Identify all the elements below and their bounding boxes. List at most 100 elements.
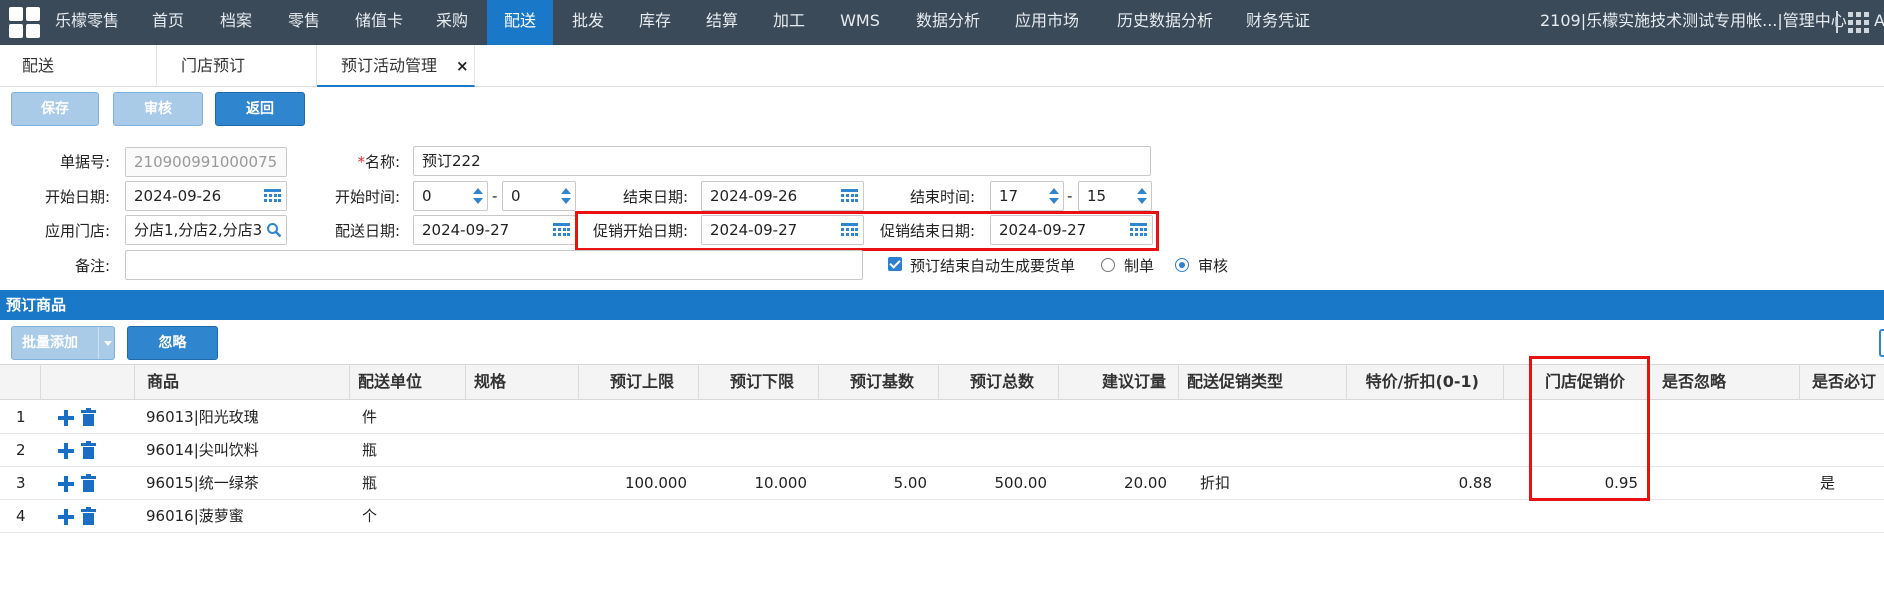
mode-review-radio[interactable] xyxy=(1175,258,1189,272)
remark-input[interactable] xyxy=(125,250,863,280)
nav-item-wms[interactable]: WMS xyxy=(832,0,888,45)
cell-total[interactable] xyxy=(939,500,1059,532)
delivery-date-input[interactable]: 2024-09-27 xyxy=(413,215,576,245)
cell-required[interactable] xyxy=(1812,401,1882,433)
start-date-input[interactable]: 2024-09-26 xyxy=(125,181,287,211)
cell-min[interactable] xyxy=(699,500,819,532)
panel-edge-handle[interactable] xyxy=(1879,329,1884,357)
spinner-arrows-icon[interactable] xyxy=(557,182,575,210)
cell-promo-type[interactable] xyxy=(1192,401,1342,433)
cell-unit[interactable]: 瓶 xyxy=(354,467,466,499)
nav-item-purchase[interactable]: 采购 xyxy=(424,0,480,45)
column-header-product[interactable]: 商品 xyxy=(135,365,350,399)
promo-start-input[interactable]: 2024-09-27 xyxy=(701,215,864,245)
cell-min[interactable] xyxy=(699,401,819,433)
spinner-arrows-icon[interactable] xyxy=(1045,182,1063,210)
column-header-unit[interactable]: 配送单位 xyxy=(350,365,466,399)
cell-min[interactable]: 10.000 xyxy=(699,467,819,499)
cell-suggest[interactable] xyxy=(1059,500,1179,532)
cell-base[interactable] xyxy=(819,401,939,433)
batch-add-button[interactable]: 批量添加 xyxy=(11,326,115,360)
cell-product[interactable]: 96016|菠萝蜜 xyxy=(138,500,353,532)
auto-order-checkbox[interactable] xyxy=(888,257,902,271)
cell-total[interactable] xyxy=(939,434,1059,466)
start-minute-stepper[interactable]: 0 xyxy=(502,181,576,211)
column-header-min[interactable]: 预订下限 xyxy=(699,365,819,399)
cell-base[interactable]: 5.00 xyxy=(819,467,939,499)
tab-store-preorder[interactable]: 门店预订 xyxy=(157,45,317,87)
column-header-special[interactable]: 特价/折扣(0-1) xyxy=(1347,365,1504,399)
table-row[interactable]: 4 96016|菠萝蜜 个 xyxy=(0,500,1884,533)
cell-product[interactable]: 96013|阳光玫瑰 xyxy=(138,401,353,433)
tab-delivery[interactable]: 配送 xyxy=(0,45,157,87)
add-row-icon[interactable] xyxy=(58,509,74,525)
add-row-icon[interactable] xyxy=(58,410,74,426)
delete-row-icon[interactable] xyxy=(81,441,96,459)
spinner-arrows-icon[interactable] xyxy=(1133,182,1151,210)
delete-row-icon[interactable] xyxy=(81,474,96,492)
cell-required[interactable] xyxy=(1812,500,1882,532)
calendar-icon[interactable] xyxy=(264,189,281,204)
nav-item-wholesale[interactable]: 批发 xyxy=(560,0,616,45)
cell-promo-type[interactable] xyxy=(1192,500,1342,532)
app-logo-icon[interactable] xyxy=(9,7,41,39)
cell-required[interactable]: 是 xyxy=(1812,467,1882,499)
cell-special[interactable] xyxy=(1347,500,1504,532)
nav-overflow-letter[interactable]: A xyxy=(1874,0,1884,42)
delete-row-icon[interactable] xyxy=(81,507,96,525)
nav-item-finance-voucher[interactable]: 财务凭证 xyxy=(1238,0,1318,45)
nav-item-home[interactable]: 首页 xyxy=(140,0,196,45)
cell-base[interactable] xyxy=(819,500,939,532)
ignore-button[interactable]: 忽略 xyxy=(127,326,218,360)
spinner-arrows-icon[interactable] xyxy=(469,182,487,210)
column-header-total[interactable]: 预订总数 xyxy=(939,365,1059,399)
promo-end-input[interactable]: 2024-09-27 xyxy=(990,215,1153,245)
cell-base[interactable] xyxy=(819,434,939,466)
cell-product[interactable]: 96015|统一绿茶 xyxy=(138,467,353,499)
apps-grid-icon[interactable] xyxy=(1848,12,1870,34)
nav-item-delivery[interactable]: 配送 xyxy=(487,0,553,45)
nav-item-settlement[interactable]: 结算 xyxy=(694,0,750,45)
save-button[interactable]: 保存 xyxy=(11,92,99,126)
search-icon[interactable] xyxy=(266,222,282,238)
calendar-icon[interactable] xyxy=(553,223,570,238)
calendar-icon[interactable] xyxy=(1130,223,1147,238)
end-hour-stepper[interactable]: 17 xyxy=(990,181,1064,211)
cell-product[interactable]: 96014|尖叫饮料 xyxy=(138,434,353,466)
caret-down-icon[interactable] xyxy=(104,341,112,346)
stores-input[interactable]: 分店1,分店2,分店3 xyxy=(125,215,287,245)
close-icon[interactable]: × xyxy=(456,57,469,75)
column-header-base[interactable]: 预订基数 xyxy=(819,365,939,399)
cell-required[interactable] xyxy=(1812,434,1882,466)
column-header-ignore[interactable]: 是否忽略 xyxy=(1650,365,1800,399)
cell-total[interactable] xyxy=(939,401,1059,433)
column-header-spec[interactable]: 规格 xyxy=(466,365,579,399)
cell-max[interactable] xyxy=(579,434,699,466)
cell-total[interactable]: 500.00 xyxy=(939,467,1059,499)
cell-special[interactable]: 0.88 xyxy=(1347,467,1504,499)
delete-row-icon[interactable] xyxy=(81,408,96,426)
cell-suggest[interactable] xyxy=(1059,401,1179,433)
cell-min[interactable] xyxy=(699,434,819,466)
name-input[interactable]: 预订222 xyxy=(413,146,1151,176)
cell-promo-type[interactable] xyxy=(1192,434,1342,466)
nav-item-retail[interactable]: 零售 xyxy=(276,0,332,45)
nav-item-archive[interactable]: 档案 xyxy=(208,0,264,45)
back-button[interactable]: 返回 xyxy=(215,92,305,126)
nav-item-data-analysis[interactable]: 数据分析 xyxy=(907,0,989,45)
nav-item-inventory[interactable]: 库存 xyxy=(627,0,683,45)
tab-preorder-activity[interactable]: 预订活动管理 xyxy=(317,45,475,87)
cell-unit[interactable]: 个 xyxy=(354,500,466,532)
start-hour-stepper[interactable]: 0 xyxy=(413,181,488,211)
calendar-icon[interactable] xyxy=(841,223,858,238)
cell-store-price[interactable] xyxy=(1504,500,1650,532)
column-header-promo-type[interactable]: 配送促销类型 xyxy=(1179,365,1347,399)
cell-max[interactable]: 100.000 xyxy=(579,467,699,499)
nav-item-stored-value-card[interactable]: 储值卡 xyxy=(344,0,414,45)
cell-suggest[interactable]: 20.00 xyxy=(1059,467,1179,499)
end-date-input[interactable]: 2024-09-26 xyxy=(701,181,864,211)
cell-suggest[interactable] xyxy=(1059,434,1179,466)
nav-item-history-analysis[interactable]: 历史数据分析 xyxy=(1106,0,1224,45)
column-header-max[interactable]: 预订上限 xyxy=(579,365,699,399)
review-button[interactable]: 审核 xyxy=(113,92,203,126)
